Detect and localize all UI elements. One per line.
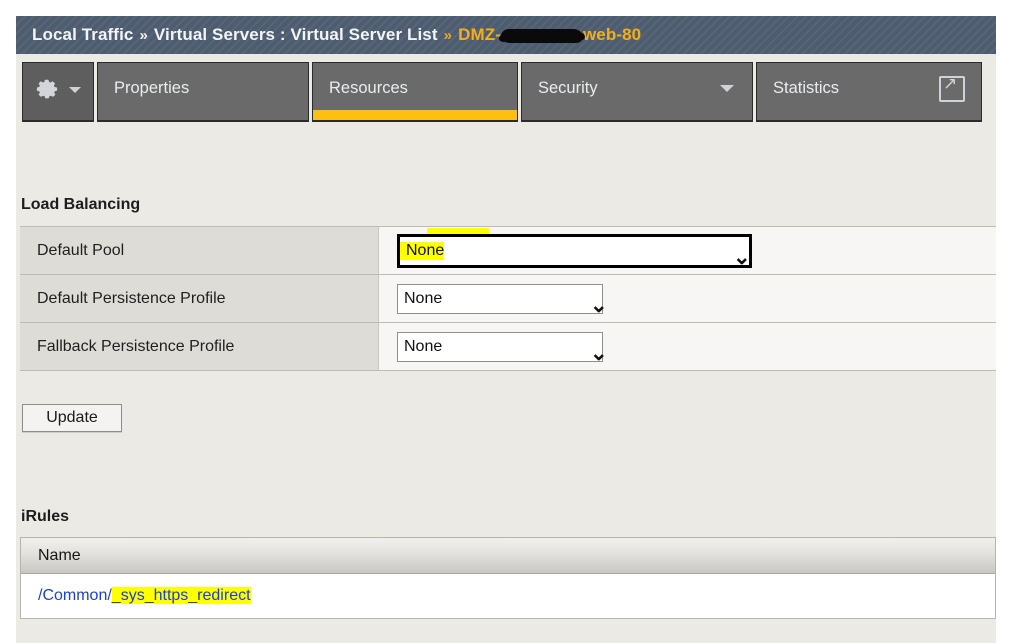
tab-resources[interactable]: Resources: [312, 62, 518, 122]
default-pool-label: Default Pool: [20, 227, 379, 274]
default-pool-value: None: [400, 241, 445, 260]
page-gutter-left: [0, 0, 16, 643]
breadcrumb-separator-1: »: [139, 26, 148, 44]
default-persistence-profile-value: None: [404, 289, 443, 307]
tab-statistics[interactable]: Statistics: [756, 62, 982, 122]
active-tab-indicator: [313, 110, 517, 120]
tab-properties[interactable]: Properties: [97, 62, 309, 122]
irules-table: Name /Common/_sys_https_redirect: [20, 537, 996, 619]
fallback-persistence-profile-value: None: [404, 337, 443, 355]
highlight-smear: [427, 228, 489, 234]
page-root: Local Traffic » Virtual Servers : Virtua…: [0, 0, 1009, 643]
irules-heading: iRules: [21, 508, 70, 525]
default-persistence-profile-select[interactable]: None: [397, 283, 603, 314]
tab-bar: Properties Resources Security Statistics: [22, 62, 982, 122]
table-row: /Common/_sys_https_redirect: [21, 574, 995, 619]
page-gutter-right: [996, 0, 1009, 643]
breadcrumb-current-prefix: DMZ-: [458, 25, 501, 44]
table-row: Default Persistence Profile None: [20, 275, 996, 323]
breadcrumb-module[interactable]: Local Traffic: [32, 25, 133, 45]
load-balancing-heading: Load Balancing: [21, 196, 141, 213]
irules-column-header-name: Name: [21, 538, 995, 574]
chevron-down-icon[interactable]: [720, 85, 734, 92]
fallback-persistence-profile-cell: None: [379, 323, 996, 370]
tab-resources-label: Resources: [329, 79, 408, 97]
tab-properties-label: Properties: [114, 79, 190, 97]
page-gutter-top: [0, 0, 1009, 16]
load-balancing-table: Default Pool None Default Persistence Pr…: [20, 226, 996, 371]
external-link-icon[interactable]: [939, 73, 965, 102]
breadcrumb-separator-2: »: [443, 26, 453, 44]
default-pool-select[interactable]: None: [397, 233, 752, 268]
tab-security[interactable]: Security: [521, 62, 753, 122]
redaction-mark: [499, 27, 585, 44]
breadcrumb: Local Traffic » Virtual Servers : Virtua…: [16, 16, 996, 54]
table-row: Default Pool None: [20, 227, 996, 275]
breadcrumb-current-suffix: web-80: [582, 25, 642, 44]
gear-icon-group: [36, 78, 81, 102]
table-row: Fallback Persistence Profile None: [20, 323, 996, 371]
irule-name: _sys_https_redirect: [111, 587, 251, 604]
breadcrumb-section[interactable]: Virtual Servers : Virtual Server List: [154, 25, 438, 45]
tab-statistics-label: Statistics: [773, 79, 840, 97]
fallback-persistence-profile-label: Fallback Persistence Profile: [20, 323, 379, 370]
tab-gear-menu[interactable]: [22, 62, 94, 122]
irule-link[interactable]: /Common/_sys_https_redirect: [38, 587, 251, 605]
chevron-down-icon: [68, 86, 81, 93]
update-button[interactable]: Update: [22, 404, 122, 432]
default-pool-cell: None: [379, 227, 996, 274]
default-persistence-profile-cell: None: [379, 275, 996, 322]
fallback-persistence-profile-select[interactable]: None: [397, 331, 603, 362]
irule-path-prefix: /Common/: [38, 587, 112, 604]
tab-security-label: Security: [538, 79, 598, 97]
gear-icon: [36, 79, 57, 98]
default-persistence-profile-label: Default Persistence Profile: [20, 275, 379, 322]
